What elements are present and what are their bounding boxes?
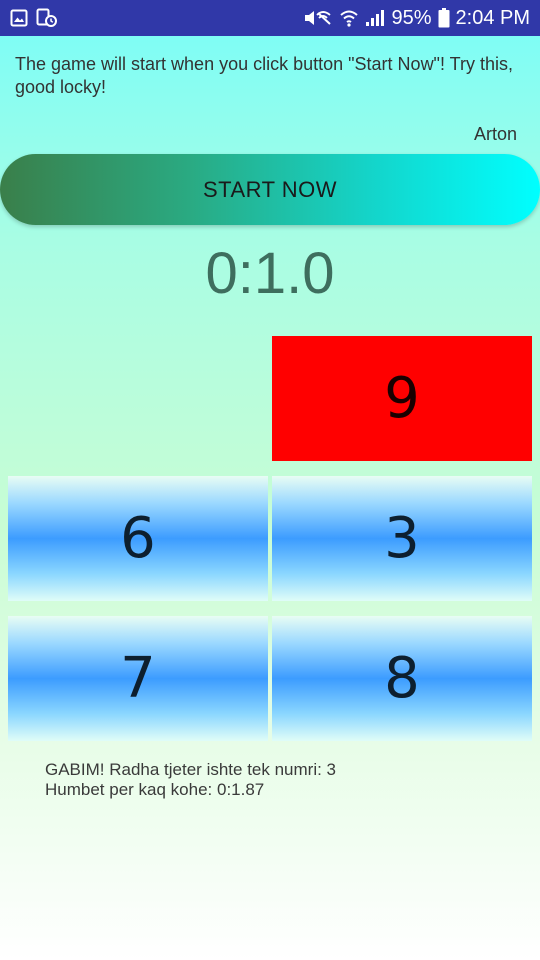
number-tile-8[interactable]: 8 <box>272 616 532 741</box>
status-right: 95% 2:04 PM <box>303 7 530 30</box>
intro-text: The game will start when you click butto… <box>15 54 513 97</box>
start-now-button[interactable]: START NOW <box>0 154 540 225</box>
notification-image-icon <box>36 8 58 28</box>
battery-percent: 95% <box>391 6 432 29</box>
number-tile-9[interactable]: 9 <box>272 336 532 461</box>
number-tile-3[interactable]: 3 <box>272 476 532 601</box>
wifi-icon <box>339 9 359 27</box>
wrong-answer-text: GABIM! Radha tjeter ishte tek numri: 3 <box>45 760 337 779</box>
feedback-message: GABIM! Radha tjeter ishte tek numri: 3 H… <box>45 760 336 800</box>
number-tile-7[interactable]: 7 <box>8 616 268 741</box>
status-bar: 95% 2:04 PM <box>0 0 540 36</box>
status-left <box>10 8 58 28</box>
battery-icon <box>438 8 450 28</box>
timer-display: 0:1.0 <box>205 241 335 306</box>
status-time: 2:04 PM <box>455 6 530 29</box>
lost-time-text: Humbet per kaq kohe: 0:1.87 <box>45 780 265 799</box>
author-label: Arton <box>473 124 517 144</box>
gallery-icon <box>10 9 28 27</box>
number-tile-6[interactable]: 6 <box>8 476 268 601</box>
signal-icon <box>365 9 385 27</box>
mute-icon <box>303 9 333 27</box>
